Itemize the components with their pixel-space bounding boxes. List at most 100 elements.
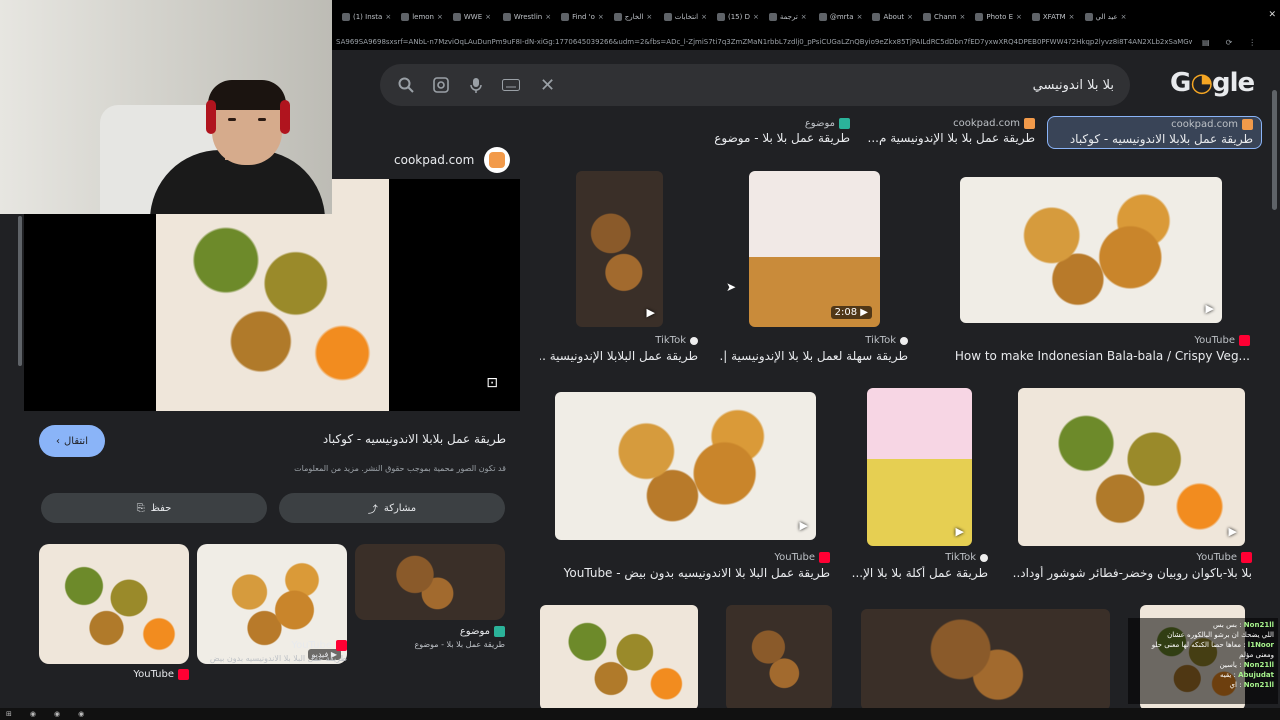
result-image[interactable]: ▶ <box>867 388 972 546</box>
result-caption[interactable]: TikTok طريقة عمل أكلة بلا بلا الإ... <box>852 552 988 580</box>
search-icon[interactable] <box>396 75 416 95</box>
taskbar-app-icon[interactable]: ◉ <box>78 710 84 718</box>
close-icon[interactable]: × <box>598 13 604 21</box>
clear-search-icon[interactable]: ✕ <box>540 75 555 96</box>
tab-favicon <box>975 13 984 21</box>
related-caption[interactable]: YouTube طريقة عمل البلا بلا الاندونيسيه … <box>197 640 347 663</box>
tab-favicon <box>1031 13 1040 21</box>
taskbar: ⊞ ◉ ◉ ◉ <box>0 708 1280 720</box>
browser-tab[interactable]: Chann × <box>919 5 969 29</box>
tab-favicon <box>663 13 672 21</box>
related-caption[interactable]: YouTube <box>39 669 189 680</box>
source-label: cookpad.com <box>1171 119 1238 130</box>
close-icon[interactable]: × <box>960 13 966 21</box>
browser-tab[interactable]: ترجمة × <box>765 5 813 29</box>
tab-label: Wrestlin <box>513 13 543 21</box>
related-image[interactable] <box>39 544 189 664</box>
tab-favicon <box>872 13 881 21</box>
result-image[interactable]: ▶ <box>555 392 816 540</box>
close-icon[interactable]: × <box>646 13 652 21</box>
close-icon[interactable]: × <box>1121 13 1127 21</box>
share-button[interactable]: ⤴ مشاركة <box>279 493 505 523</box>
source-label: YouTube <box>1196 552 1237 563</box>
page-scrollbar[interactable] <box>1272 90 1277 210</box>
extensions-icon[interactable]: ▤ <box>1202 38 1210 47</box>
visit-button[interactable]: ‹ انتقال <box>39 425 105 457</box>
close-icon[interactable]: × <box>437 13 443 21</box>
window-close-icon[interactable]: ✕ <box>1268 10 1276 20</box>
result-caption[interactable]: YouTube طريقة عمل البلا بلا الاندونيسيه … <box>560 552 830 580</box>
search-box[interactable]: ✕ بلا بلا اندونيسي <box>380 64 1130 106</box>
browser-tab[interactable]: Photo E × <box>971 5 1026 29</box>
tiktok-icon <box>980 553 988 562</box>
reload-icon[interactable]: ⟳ <box>1226 38 1233 47</box>
google-logo[interactable]: G◔gle <box>1170 68 1255 98</box>
lens-icon[interactable] <box>431 75 451 95</box>
start-icon[interactable]: ⊞ <box>6 710 12 718</box>
menu-icon[interactable]: ⋮ <box>1248 38 1256 47</box>
microphone-icon[interactable] <box>466 75 486 95</box>
browser-tab[interactable]: Wrestlin × <box>499 5 555 29</box>
result-caption[interactable]: cookpad.com طريقة عمل بلا بلا الإندونيسي… <box>867 118 1035 145</box>
keyboard-icon[interactable] <box>501 75 521 95</box>
close-icon[interactable]: × <box>1069 13 1075 21</box>
lens-icon[interactable]: ⊡ <box>486 375 498 391</box>
result-caption[interactable]: YouTube بلا بلا-باكوان روبيان وخضر-فطائر… <box>1012 552 1252 580</box>
close-icon[interactable]: × <box>753 13 759 21</box>
url-text[interactable]: SA969SA9698sxsrf=ANbL-n7MzviOqLAuDunPm9u… <box>332 38 1192 46</box>
browser-tab[interactable]: Find 'o × <box>557 5 608 29</box>
result-caption[interactable]: TikTok طريقة سهلة لعمل بلا بلا الإندونيس… <box>720 335 908 363</box>
close-icon[interactable]: × <box>701 13 707 21</box>
browser-tab[interactable]: About × <box>868 5 917 29</box>
close-icon[interactable]: × <box>857 13 863 21</box>
webcam-eye <box>228 118 236 121</box>
mouse-cursor-icon: ➤ <box>726 280 737 294</box>
browser-tab[interactable]: الخارج × <box>610 5 658 29</box>
result-source: TikTok <box>540 335 698 346</box>
taskbar-app-icon[interactable]: ◉ <box>54 710 60 718</box>
related-image[interactable] <box>355 544 505 620</box>
result-image[interactable] <box>540 605 698 710</box>
result-caption-selected[interactable]: cookpad.com طريقة عمل بلابلا الاندونيسيه… <box>1047 116 1262 149</box>
close-icon[interactable]: × <box>801 13 807 21</box>
browser-tab[interactable]: lemon × <box>397 5 447 29</box>
preview-panel: cookpad.com ⊡ ‹ انتقال طريقة عمل بلابلا ا… <box>24 136 520 720</box>
browser-tab[interactable]: (1) Insta × <box>338 5 395 29</box>
chat-user: Non21ll <box>1243 661 1274 669</box>
close-icon[interactable]: × <box>485 13 491 21</box>
close-icon[interactable]: × <box>907 13 913 21</box>
browser-tab[interactable]: XFATM × <box>1028 5 1079 29</box>
address-bar[interactable]: SA969SA9698sxsrf=ANbL-n7MzviOqLAuDunPm9u… <box>332 34 1280 50</box>
result-caption[interactable]: YouTube How to make Indonesian Bala-bala… <box>928 335 1250 363</box>
result-image[interactable] <box>726 605 832 710</box>
close-icon[interactable]: × <box>385 13 391 21</box>
result-image[interactable]: 2:08 ▶ <box>749 171 880 327</box>
taskbar-app-icon[interactable]: ◉ <box>30 710 36 718</box>
tab-favicon <box>818 13 827 21</box>
result-title: طريقة عمل بلا بلا الإندونيسية م... <box>867 131 1035 145</box>
stream-chat-overlay: Non21ll : بس بس اللي يضحك ان برشو البالك… <box>1128 618 1278 704</box>
result-caption[interactable]: موضوع طريقة عمل بلا بلا - موضوع <box>714 118 850 145</box>
preview-site[interactable]: cookpad.com <box>394 147 511 173</box>
result-image[interactable]: ▶ <box>960 177 1222 323</box>
browser-tab[interactable]: (15) D × <box>713 5 763 29</box>
preview-title[interactable]: طريقة عمل بلابلا الاندونيسيه - كوكباد <box>323 432 506 446</box>
browser-tab[interactable]: @mrta × <box>815 5 867 29</box>
result-image[interactable] <box>861 609 1110 710</box>
search-query[interactable]: بلا بلا اندونيسي <box>1033 78 1114 93</box>
browser-tab[interactable]: عيد الي × <box>1081 5 1131 29</box>
save-button[interactable]: ⎘ حفظ <box>41 493 267 523</box>
preview-scrollbar[interactable] <box>18 216 22 366</box>
screen: (1) Insta × lemon × WWE × Wrestlin × Find 'o… <box>0 0 1280 720</box>
browser-tab[interactable]: WWE × <box>449 5 497 29</box>
copyright-disclaimer[interactable]: قد تكون الصور محمية بموجب حقوق النشر. مز… <box>294 464 506 473</box>
close-icon[interactable]: × <box>545 13 551 21</box>
browser-tab[interactable]: انتخابات × <box>660 5 711 29</box>
result-caption[interactable]: TikTok طريقة عمل البلابلا الإندونيسية ..… <box>540 335 698 363</box>
result-image[interactable]: ▶ <box>1018 388 1245 546</box>
close-icon[interactable]: × <box>1016 13 1022 21</box>
play-icon: ▶ <box>646 306 655 319</box>
related-caption[interactable]: موضوع طريقة عمل بلا بلا - موضوع <box>355 626 505 649</box>
result-image[interactable]: ▶ <box>576 171 663 327</box>
tab-label: الخارج <box>624 13 644 21</box>
